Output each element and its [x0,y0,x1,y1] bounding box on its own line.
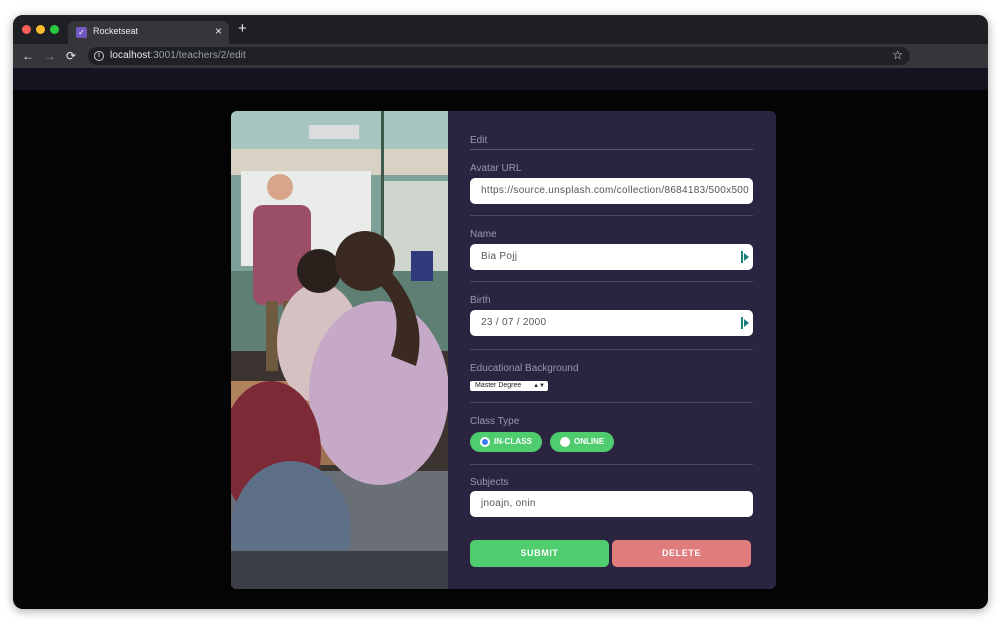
info-icon[interactable]: i [94,51,104,61]
title-bar: ✓ Rocketseat × + [13,15,988,44]
classroom-photo [231,111,448,589]
maximize-window-button[interactable] [50,25,59,34]
bookmark-star-icon[interactable]: ☆ [892,48,903,62]
radio-checked-icon [480,437,490,447]
forward-arrow-icon[interactable]: → [44,48,56,64]
avatar-url-label: Avatar URL [470,163,522,174]
rocketseat-favicon-icon: ✓ [76,27,87,38]
url-text[interactable]: localhost:3001/teachers/2/edit [110,50,246,61]
password-manager-icon[interactable] [741,317,750,329]
name-label: Name [470,229,497,240]
radio-unchecked-icon [560,437,570,447]
name-input-value: Bia Pojj [481,251,518,262]
form-legend: Edit [470,135,753,150]
page-header [13,68,988,90]
class-type-label: Class Type [470,416,520,427]
reload-icon[interactable]: ⟳ [66,48,76,64]
delete-button[interactable]: DELETE [612,540,751,567]
avatar-url-input[interactable]: https://source.unsplash.com/collection/8… [470,178,753,204]
education-selected-value: Master Degree [475,382,522,389]
tab-close-icon[interactable]: × [215,24,222,38]
teacher-edit-card: Edit Avatar URL https://source.unsplash.… [231,111,776,589]
new-tab-button[interactable]: + [238,20,247,37]
divider [470,402,753,403]
subjects-label: Subjects [470,477,509,488]
submit-button[interactable]: SUBMIT [470,540,609,567]
radio-in-class[interactable]: IN-CLASS [470,432,542,452]
divider [470,349,753,350]
tab-title: Rocketseat [93,26,139,36]
classroom-photo-illustration [231,111,448,589]
subjects-input[interactable]: jnoajn, onin [470,491,753,517]
radio-online[interactable]: ONLINE [550,432,614,452]
birth-date-input[interactable]: 23 / 07 / 2000 [470,310,753,336]
divider [470,464,753,465]
birth-date-value: 23 / 07 / 2000 [481,317,547,328]
minimize-window-button[interactable] [36,25,45,34]
back-arrow-icon[interactable]: ← [22,48,34,64]
browser-toolbar: ← → ⟳ i localhost:3001/teachers/2/edit ☆ [13,44,988,68]
edit-form: Edit Avatar URL https://source.unsplash.… [448,111,776,589]
browser-tab[interactable]: ✓ Rocketseat × [68,21,229,44]
close-window-button[interactable] [22,25,31,34]
password-manager-icon[interactable] [741,251,750,263]
divider [470,215,753,216]
education-label: Educational Background [470,363,579,374]
address-bar[interactable]: i localhost:3001/teachers/2/edit ☆ [88,47,910,65]
radio-in-class-label: IN-CLASS [494,437,532,446]
select-arrows-icon: ▲▼ [533,383,545,389]
radio-online-label: ONLINE [574,437,605,446]
url-host: localhost [110,50,151,61]
browser-window: ✓ Rocketseat × + ← → ⟳ i localhost:3001/… [13,15,988,609]
name-input[interactable]: Bia Pojj [470,244,753,270]
education-select[interactable]: Master Degree ▲▼ [470,381,548,391]
birth-label: Birth [470,295,491,306]
divider [470,281,753,282]
url-path: :3001/teachers/2/edit [150,50,246,61]
